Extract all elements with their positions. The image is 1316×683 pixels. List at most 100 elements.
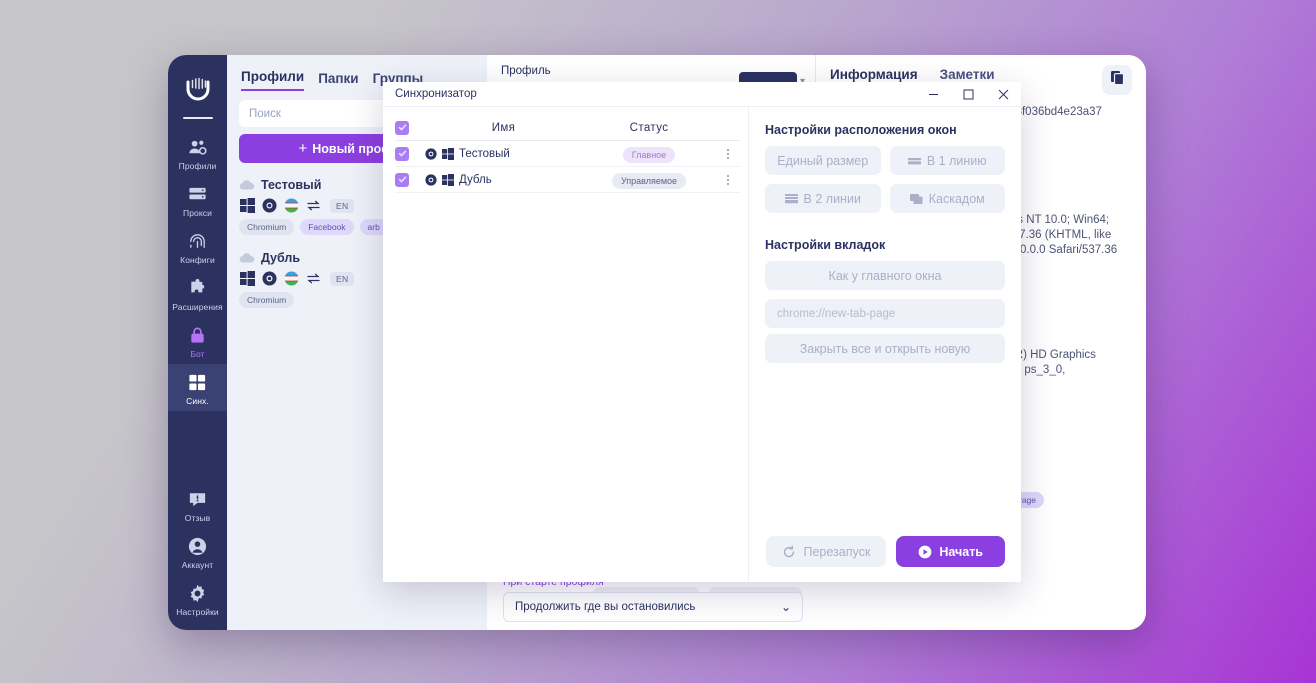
row-name-label: Дубль [459,174,492,186]
cascade-icon [910,193,923,205]
info-line: 3_0 ps_3_0, [1002,364,1132,376]
profile-name: Дубль [261,251,300,265]
sync-settings-panel: Настройки расположения окон Единый разме… [749,107,1021,582]
chrome-icon [262,198,277,213]
proxy-swap-icon [306,271,321,286]
language-badge: EN [330,272,354,286]
uniform-size-label: Единый размер [777,154,868,168]
window-layout-title: Настройки расположения окон [765,123,1005,137]
profile-tag: Facebook [300,219,353,235]
row-name-cell: Тестовый [425,148,582,160]
kebab-menu-icon[interactable] [716,175,740,185]
kebab-menu-icon[interactable] [716,149,740,159]
uniform-size-button[interactable]: Единый размер [765,146,881,175]
sidebar-item-account[interactable]: Аккаунт [168,528,227,575]
status-badge: Главное [623,147,675,163]
start-sync-button[interactable]: Начать [896,536,1005,567]
sidebar-item-bot[interactable]: Бот [168,317,227,364]
chrome-icon [425,148,437,160]
tab-notes[interactable]: Заметки [940,67,995,82]
dialog-footer: Перезапуск Начать [765,536,1005,582]
hand-logo-icon [177,67,219,109]
two-rows-button[interactable]: В 2 линии [765,184,881,213]
close-all-open-new-button[interactable]: Закрыть все и открыть новую [765,334,1005,363]
one-row-button[interactable]: В 1 линию [890,146,1006,175]
sidebar-item-label: Прокси [183,208,212,218]
tab-settings-title: Настройки вкладок [765,238,1005,252]
row-status-cell: Главное [582,145,716,163]
sidebar-item-label: Синх. [186,396,209,406]
sidebar-item-label: Профили [179,161,217,171]
chevron-down-icon: ⌄ [781,600,791,614]
sidebar-item-label: Настройки [176,607,219,617]
copy-button[interactable] [1102,65,1132,95]
new-tab-url-input[interactable]: chrome://new-tab-page [765,299,1005,328]
info-line: 5f3f036bd4e23a37 [1006,106,1132,118]
tab-profiles[interactable]: Профили [241,69,304,91]
cascade-button[interactable]: Каскадом [890,184,1006,213]
windows-icon [442,148,454,160]
column-header-status: Статус [582,122,716,134]
account-icon [187,535,209,557]
lock-icon [187,324,209,346]
uzbekistan-flag-icon [284,271,299,286]
info-tabs: Информация Заметки [816,55,1146,82]
sidebar-item-proxy[interactable]: Прокси [168,176,227,223]
tab-information[interactable]: Информация [830,67,918,82]
sidebar-item-configs[interactable]: Конфиги [168,223,227,270]
profiles-icon [187,136,209,158]
minimize-icon[interactable] [916,82,951,106]
sidebar-item-label: Расширения [172,302,222,312]
maximize-icon[interactable] [951,82,986,106]
cloud-icon [239,252,255,264]
uzbekistan-flag-icon [284,198,299,213]
row-name-label: Тестовый [459,148,510,160]
dialog-titlebar[interactable]: Синхронизатор [383,82,1021,106]
play-circle-icon [918,545,932,559]
column-header-name: Имя [425,122,582,134]
feedback-icon [187,488,209,510]
profile-tag: Chromium [239,219,294,235]
same-as-main-window-button[interactable]: Как у главного окна [765,261,1005,290]
sidebar: Профили Прокси Конфиги Расширения Бот [168,55,227,630]
select-all-checkbox[interactable] [395,121,425,135]
restart-button[interactable]: Перезапуск [766,536,886,567]
sidebar-item-feedback[interactable]: Отзыв [168,481,227,528]
table-row[interactable]: Дубль Управляемое [395,167,740,193]
start-label: Начать [939,545,983,559]
chrome-icon [425,174,437,186]
windows-icon [240,271,255,286]
sidebar-item-label: Бот [190,349,204,359]
window-layout-buttons: Единый размер В 1 линию В 2 линии [765,146,1005,213]
sidebar-item-sync[interactable]: Синх. [168,364,227,411]
copy-icon [1110,70,1125,90]
row-status-cell: Управляемое [582,171,716,189]
row-checkbox[interactable] [395,147,409,161]
info-line: 7 [1002,472,1132,484]
sidebar-divider [183,117,213,119]
puzzle-icon [187,277,209,299]
sidebar-item-label: Аккаунт [182,560,213,570]
info-tag-wrap: bitrage [1002,492,1132,508]
table-header-row: Имя Статус [395,115,740,141]
chrome-icon [262,271,277,286]
sidebar-item-settings[interactable]: Настройки [168,575,227,622]
sidebar-item-label: Конфиги [180,255,215,265]
table-row[interactable]: Тестовый Главное [395,141,740,167]
restart-label: Перезапуск [803,545,870,559]
sync-icon [187,371,209,393]
sidebar-item-profiles[interactable]: Профили [168,129,227,176]
status-badge: Управляемое [612,173,686,189]
window-controls [916,82,1021,106]
start-behavior-select[interactable]: Продолжить где вы остановились ⌄ [503,592,803,622]
row-checkbox[interactable] [395,173,409,187]
profile-name: Тестовый [261,178,321,192]
info-line: ) [1004,181,1132,193]
close-icon[interactable] [986,82,1021,106]
checkbox[interactable] [395,121,409,135]
sidebar-item-label: Отзыв [185,513,211,523]
language-badge: EN [330,199,354,213]
info-line: 25.0.0.0 Safari/537.36 [1004,244,1132,256]
sidebar-item-extensions[interactable]: Расширения [168,270,227,317]
tab-folders[interactable]: Папки [318,71,358,91]
